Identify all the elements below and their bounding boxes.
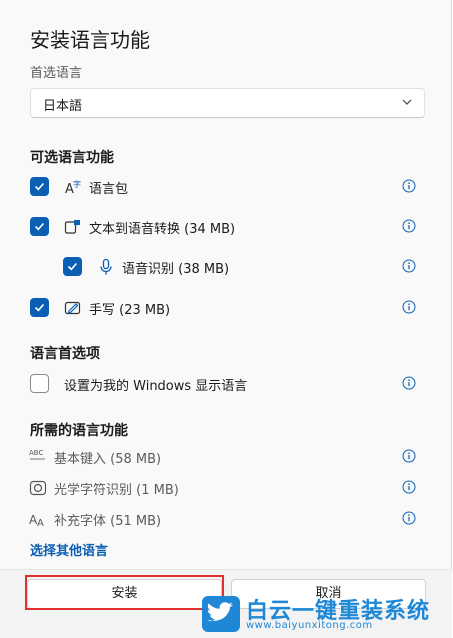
language-preferences-heading: 语言首选项 xyxy=(30,346,100,362)
language-pack-icon: A 字 xyxy=(65,179,81,196)
ocr-icon xyxy=(29,480,47,496)
svg-text:A: A xyxy=(37,518,44,528)
text-to-speech-checkbox[interactable] xyxy=(30,217,49,236)
info-icon[interactable] xyxy=(402,179,416,193)
speech-recognition-checkbox[interactable] xyxy=(63,257,82,276)
feature-row-text-to-speech: 文本到语音转换 (34 MB) xyxy=(0,212,452,242)
info-icon[interactable] xyxy=(402,449,416,463)
required-features-heading: 所需的语言功能 xyxy=(30,423,128,439)
install-button-highlight xyxy=(25,575,224,610)
feature-row-handwriting: 手写 (23 MB) xyxy=(0,293,452,323)
required-row-ocr: 光学字符识别 (1 MB) xyxy=(0,473,452,503)
twitter-bird-icon xyxy=(202,596,240,632)
preferred-language-select[interactable]: 日本語 xyxy=(30,88,425,118)
choose-other-language-link[interactable]: 选择其他语言 xyxy=(30,540,108,559)
info-icon[interactable] xyxy=(402,480,416,494)
display-language-checkbox[interactable] xyxy=(30,374,49,393)
font-icon: A A xyxy=(29,513,44,528)
handwriting-icon xyxy=(64,301,81,315)
optional-features-heading: 可选语言功能 xyxy=(30,150,114,166)
feature-label: 语言包 xyxy=(89,182,129,197)
handwriting-checkbox[interactable] xyxy=(30,298,49,317)
display-language-row: 设置为我的 Windows 显示语言 xyxy=(0,369,452,399)
svg-text:ABC: ABC xyxy=(29,449,43,457)
feature-row-language-pack: A 字 语言包 xyxy=(0,172,452,202)
required-row-basic-typing: ABC 基本键入 (58 MB) xyxy=(0,442,452,472)
preferred-language-value: 日本語 xyxy=(43,99,83,114)
required-label: 基本键入 (58 MB) xyxy=(54,452,162,467)
required-label: 光学字符识别 (1 MB) xyxy=(54,483,179,498)
feature-label: 手写 (23 MB) xyxy=(89,303,171,318)
feature-label: 语音识别 (38 MB) xyxy=(122,262,230,277)
info-icon[interactable] xyxy=(402,300,416,314)
info-icon[interactable] xyxy=(402,219,416,233)
feature-label: 文本到语音转换 (34 MB) xyxy=(89,222,236,237)
abc-typing-icon: ABC xyxy=(29,449,45,460)
dialog-title: 安装语言功能 xyxy=(30,28,150,52)
microphone-icon xyxy=(100,258,112,275)
chevron-down-icon xyxy=(402,99,412,105)
feature-row-speech-recognition: 语音识别 (38 MB) xyxy=(0,252,452,282)
required-row-supplemental-fonts: A A 补充字体 (51 MB) xyxy=(0,504,452,534)
text-to-speech-icon xyxy=(64,220,80,234)
display-language-label: 设置为我的 Windows 显示语言 xyxy=(64,379,248,394)
install-language-features-dialog: 安装语言功能 首选语言 日本語 可选语言功能 A 字 语言包 文本到语音转换 (… xyxy=(0,0,452,638)
info-icon[interactable] xyxy=(402,376,416,390)
watermark-url: www.baiyunxitong.com xyxy=(246,620,373,631)
required-label: 补充字体 (51 MB) xyxy=(54,514,162,529)
language-pack-checkbox[interactable] xyxy=(30,177,49,196)
svg-text:字: 字 xyxy=(73,179,81,189)
info-icon[interactable] xyxy=(402,511,416,525)
info-icon[interactable] xyxy=(402,259,416,273)
preferred-language-label: 首选语言 xyxy=(30,66,83,81)
